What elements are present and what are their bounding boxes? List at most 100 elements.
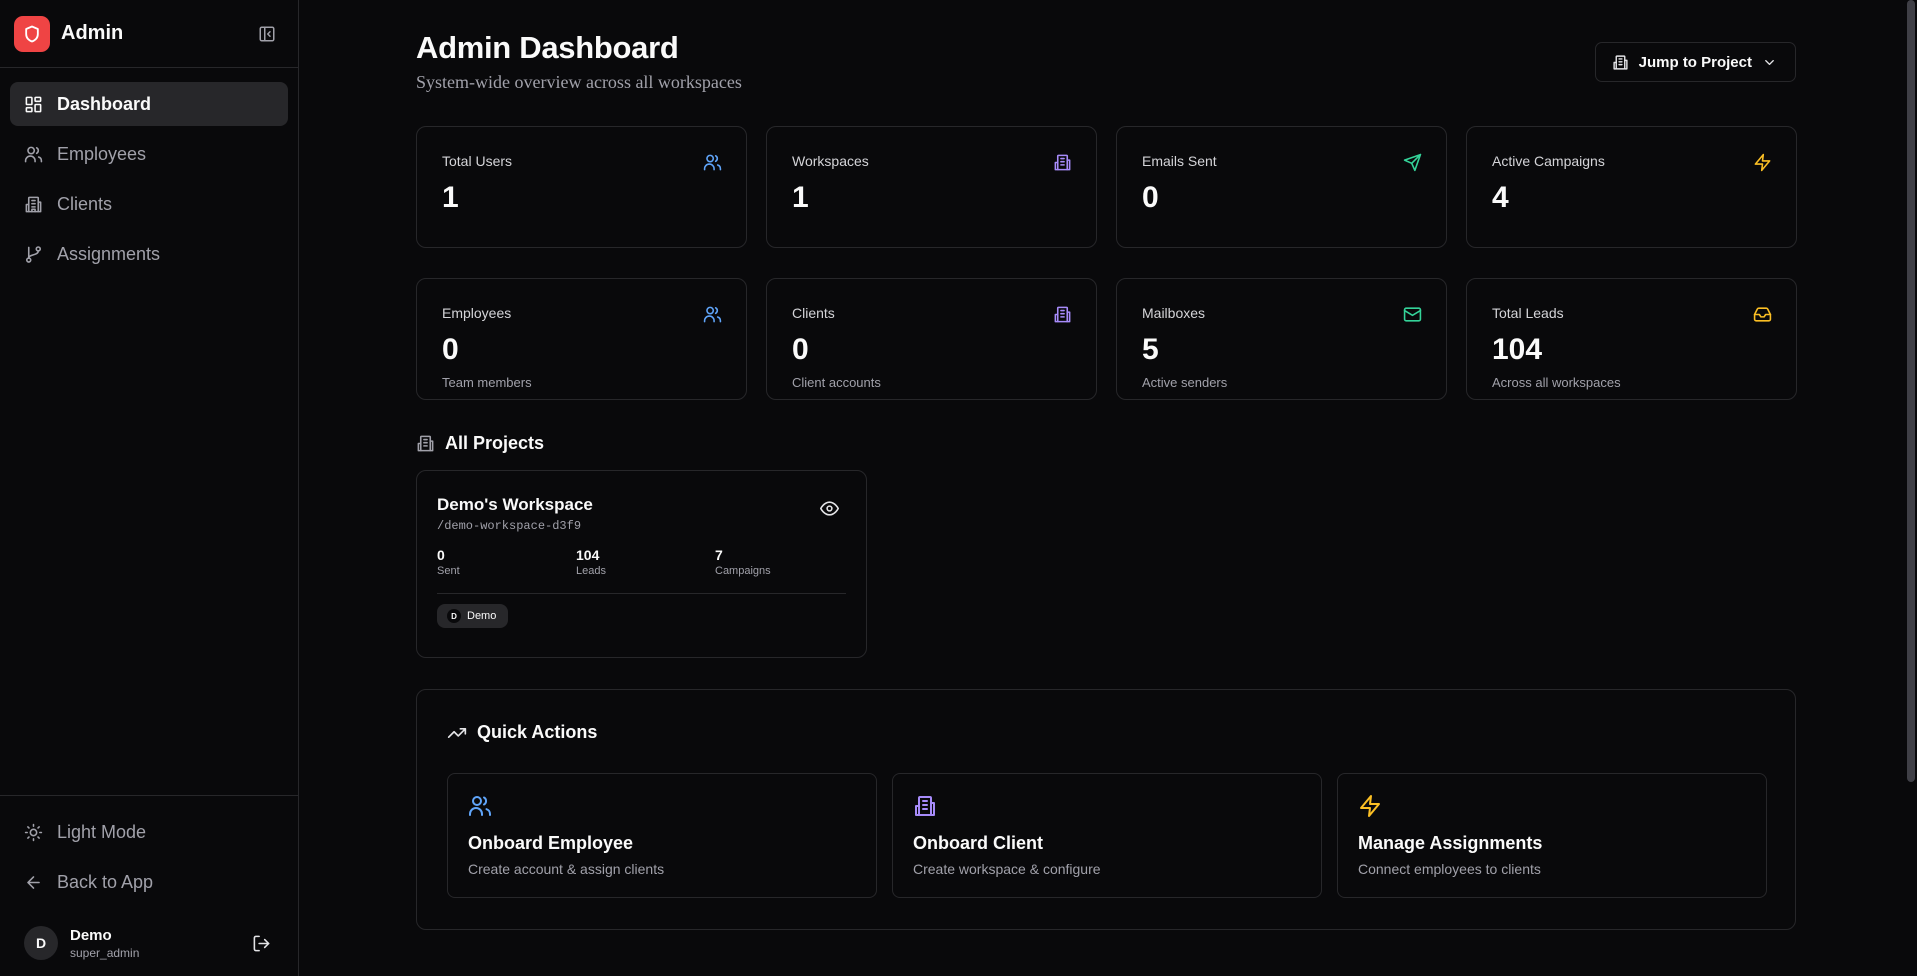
- stat-value: 4: [1492, 181, 1509, 214]
- building-icon: [25, 196, 42, 212]
- quick-actions-panel: Quick Actions Onboard Employee Create ac…: [416, 689, 1796, 930]
- stat-card-total-users: Total Users 1: [416, 126, 747, 248]
- stat-card-active-campaigns: Active Campaigns 4: [1466, 126, 1797, 248]
- stat-card-workspaces: Workspaces 1: [766, 126, 1097, 248]
- onboard-employee-card[interactable]: Onboard Employee Create account & assign…: [447, 773, 877, 898]
- users-icon: [24, 146, 43, 162]
- manage-assignments-card[interactable]: Manage Assignments Connect employees to …: [1337, 773, 1767, 898]
- stat-label: Workspaces: [792, 153, 869, 169]
- shield-logo-icon: [14, 15, 50, 52]
- git-branch-icon: [25, 245, 42, 263]
- project-name: Demo's Workspace: [437, 495, 593, 514]
- quick-action-desc: Connect employees to clients: [1358, 861, 1541, 877]
- project-stat-leads: 104 Leads: [576, 547, 715, 577]
- jump-to-project-label: Jump to Project: [1638, 53, 1752, 71]
- sun-icon: [24, 823, 43, 841]
- stat-value: 0: [442, 333, 459, 366]
- project-stat-value: 104: [576, 547, 600, 563]
- inbox-icon: [1753, 307, 1772, 322]
- stat-label: Clients: [792, 305, 835, 321]
- stat-value: 0: [792, 333, 809, 366]
- building-icon: [417, 435, 434, 451]
- member-chip: D Demo: [437, 604, 509, 628]
- sidebar-item-label: Assignments: [57, 243, 161, 264]
- section-title: All Projects: [445, 432, 545, 453]
- app-root: Admin Dashboard Employees Clients Assign…: [0, 0, 1917, 976]
- user-profile: D Demo super_admin: [10, 910, 288, 968]
- page-title: Admin Dashboard: [416, 30, 679, 65]
- stat-label: Emails Sent: [1142, 153, 1217, 169]
- stat-label: Total Leads: [1492, 305, 1564, 321]
- stat-value: 0: [1142, 181, 1159, 214]
- sidebar-item-assignments[interactable]: Assignments: [10, 232, 288, 276]
- quick-action-desc: Create workspace & configure: [913, 861, 1101, 877]
- sidebar-nav: Dashboard Employees Clients Assignments: [0, 68, 298, 290]
- project-stat-campaigns: 7 Campaigns: [715, 547, 854, 577]
- building-icon: [1613, 54, 1628, 70]
- zap-icon: [1360, 795, 1380, 817]
- stat-card-emails-sent: Emails Sent 0: [1116, 126, 1447, 248]
- sidebar-item-label: Employees: [57, 143, 147, 164]
- quick-actions-grid: Onboard Employee Create account & assign…: [447, 773, 1767, 898]
- quick-action-title: Manage Assignments: [1358, 833, 1543, 853]
- section-title: Quick Actions: [477, 722, 598, 742]
- sidebar-header: Admin: [0, 0, 298, 68]
- light-mode-toggle[interactable]: Light Mode: [10, 810, 288, 854]
- stat-subtext: Across all workspaces: [1492, 375, 1621, 390]
- sidebar: Admin Dashboard Employees Clients Assign…: [0, 0, 299, 976]
- onboard-client-card[interactable]: Onboard Client Create workspace & config…: [892, 773, 1322, 898]
- brand-name: Admin: [61, 22, 124, 44]
- project-stat-label: Campaigns: [715, 565, 771, 577]
- stat-label: Employees: [442, 305, 512, 321]
- user-role: super_admin: [70, 945, 140, 960]
- scrollbar-thumb[interactable]: [1907, 0, 1915, 782]
- user-name: Demo: [70, 926, 112, 944]
- avatar: D: [24, 926, 58, 960]
- stat-label: Mailboxes: [1142, 305, 1206, 321]
- sidebar-toggle-icon[interactable]: [256, 23, 278, 45]
- trending-up-icon: [447, 727, 467, 738]
- send-icon: [1403, 153, 1422, 172]
- scrollbar[interactable]: [1905, 0, 1917, 976]
- stat-label: Active Campaigns: [1492, 153, 1605, 169]
- member-avatar: D: [447, 609, 461, 623]
- building-icon: [1054, 306, 1071, 323]
- all-projects-heading: All Projects: [416, 432, 1796, 454]
- back-to-app-label: Back to App: [57, 871, 154, 892]
- sidebar-item-clients[interactable]: Clients: [10, 182, 288, 226]
- building-icon: [915, 796, 935, 816]
- stats-grid: Total Users 1 Workspaces 1 Emails Sent 0…: [416, 126, 1797, 400]
- project-stats: 0 Sent 104 Leads 7 Campaigns: [437, 547, 846, 594]
- sidebar-item-dashboard[interactable]: Dashboard: [10, 82, 288, 126]
- mail-icon: [1403, 307, 1422, 322]
- sidebar-item-label: Dashboard: [57, 93, 152, 114]
- building-icon: [1054, 154, 1071, 171]
- project-stat-sent: 0 Sent: [437, 547, 576, 577]
- project-card[interactable]: Demo's Workspace /demo-workspace-d3f9 0 …: [416, 470, 867, 658]
- sidebar-footer: Light Mode Back to App D Demo super_admi…: [0, 795, 298, 976]
- quick-action-title: Onboard Client: [913, 833, 1043, 853]
- stat-card-total-leads: Total Leads 104 Across all workspaces: [1466, 278, 1797, 400]
- project-stat-value: 0: [437, 547, 445, 563]
- stat-card-employees: Employees 0 Team members: [416, 278, 747, 400]
- stat-subtext: Active senders: [1142, 375, 1228, 390]
- eye-icon[interactable]: [820, 499, 839, 518]
- stat-value: 1: [792, 181, 809, 214]
- users-icon: [469, 796, 492, 816]
- jump-to-project-button[interactable]: Jump to Project: [1594, 42, 1796, 82]
- quick-action-desc: Create account & assign clients: [468, 861, 665, 877]
- main-content: Admin Dashboard System-wide overview acr…: [299, 0, 1917, 976]
- sidebar-item-employees[interactable]: Employees: [10, 132, 288, 176]
- stat-subtext: Team members: [442, 375, 532, 390]
- chevron-down-icon: [1765, 59, 1774, 65]
- logout-icon[interactable]: [248, 930, 274, 956]
- stat-value: 5: [1142, 333, 1159, 366]
- stat-value: 1: [442, 181, 459, 214]
- back-to-app-link[interactable]: Back to App: [10, 860, 288, 904]
- quick-actions-heading: Quick Actions: [447, 722, 1765, 743]
- arrow-left-icon: [27, 875, 40, 889]
- users-icon: [703, 154, 722, 171]
- member-name: Demo: [467, 610, 497, 622]
- dashboard-icon: [25, 96, 42, 112]
- stat-value: 104: [1492, 333, 1543, 366]
